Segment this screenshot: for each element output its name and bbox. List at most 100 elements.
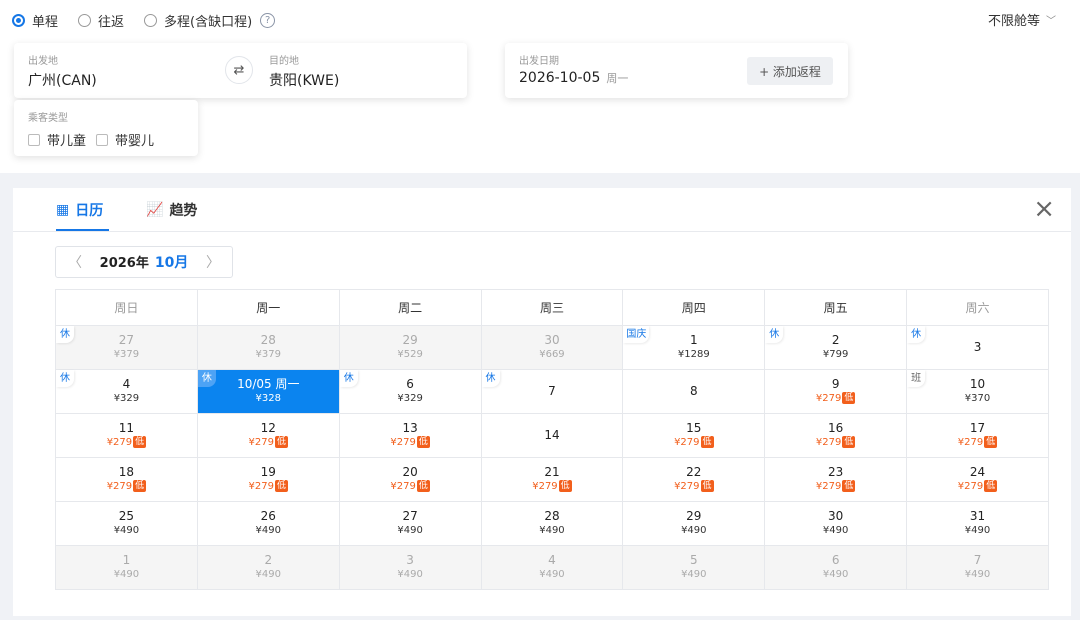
date-cell[interactable]: 15 ¥279 低 [622,413,766,458]
with-infant-checkbox[interactable]: 带婴儿 [96,130,154,149]
date-cell[interactable]: 国庆 1 ¥1289 [622,325,766,370]
chevron-left-icon[interactable]: 〈 [68,252,82,272]
date-cell[interactable]: 23 ¥279 低 [764,457,908,502]
date-cell[interactable]: 11 ¥279 低 [55,413,198,458]
date-cell[interactable]: 17 ¥279 低 [906,413,1049,458]
fare-price-line: ¥279 低 [482,480,623,494]
trip-type-roundtrip-radio[interactable]: 往返 [78,11,124,30]
date-cell[interactable]: 27 ¥490 [338,501,482,546]
calendar-week-row: 11 ¥279 低 12 ¥279 低 13 ¥279 低 14 15 ¥279 低 16 ¥279 低 17 ¥… [55,413,1049,458]
fare-price-line: ¥490 [56,524,197,538]
date-cell[interactable]: 26 ¥490 [196,501,340,546]
calendar-week-row: 1 ¥490 2 ¥490 3 ¥490 4 ¥490 5 ¥490 6 ¥490 7 ¥490 [55,545,1049,590]
date-cell[interactable]: 3 ¥490 [338,545,482,590]
tab-calendar[interactable]: ▦ 日历 [56,200,103,220]
low-price-badge: 低 [842,436,856,448]
day-number: 21 [544,465,560,479]
day-number: 27 [118,333,135,347]
day-number: 2 [831,333,840,347]
date-cell[interactable]: 29 ¥490 [622,501,766,546]
fare-price: ¥328 [255,393,281,404]
checkbox-icon [96,133,109,146]
day-number: 10 [969,377,986,391]
date-cell[interactable]: 30 ¥669 [480,325,624,370]
fare-price: ¥379 [113,349,140,360]
weekday-header: 周六 [906,289,1049,326]
date-cell[interactable]: 4 ¥490 [480,545,624,590]
date-cell[interactable]: 24 ¥279 低 [906,457,1049,502]
departure-field[interactable]: 出发地 广州(CAN) [28,52,97,90]
date-cell[interactable]: 休 2 ¥799 [764,325,908,370]
date-cell[interactable]: 13 ¥279 低 [338,413,482,458]
date-cell[interactable]: 班 10 ¥370 [906,369,1049,414]
day-number: 4 [122,377,131,391]
date-cell[interactable]: 18 ¥279 低 [55,457,198,502]
fare-price: ¥279 [674,481,700,492]
add-return-button[interactable]: + 添加返程 [747,57,833,85]
departure-weekday: 周一 [606,72,629,85]
day-number: 3 [973,340,982,354]
date-cell[interactable]: 2 ¥490 [196,545,340,590]
departure-label: 出发地 [28,56,58,67]
fare-calendar: 周日 周一 周二 周三 周四 周五 周六 休 27 ¥379 28 ¥379 29 ¥529 30 ¥669… [55,289,1049,590]
date-cell[interactable]: 16 ¥279 低 [764,413,908,458]
day-number: 2 [264,553,273,567]
date-cell[interactable]: 6 ¥490 [764,545,908,590]
fare-price-line: ¥490 [907,568,1048,582]
fare-price: ¥279 [815,437,842,448]
date-cell[interactable]: 9 ¥279 低 [764,369,908,414]
swap-icon[interactable]: ⇄ [225,56,253,84]
low-price-badge: 低 [274,436,288,448]
with-child-checkbox[interactable]: 带儿童 [28,130,86,149]
calendar-panel: ▦ 日历 📈 趋势 × 〈 2026年 10月 〉 周日 周一 周二 周三 周四 周五 周六 … [13,188,1071,616]
fare-price-line: ¥279 低 [907,480,1048,494]
date-cell[interactable]: 30 ¥490 [764,501,908,546]
date-cell[interactable]: 25 ¥490 [55,501,198,546]
date-cell[interactable]: 休7 [480,369,624,414]
chevron-right-icon[interactable]: 〉 [206,252,220,272]
day-number: 31 [969,509,986,523]
weekday-header: 周日 [55,289,198,326]
date-cell[interactable]: 28 ¥490 [480,501,624,546]
fare-price-line: ¥328 [198,392,339,406]
cabin-class-select[interactable]: 不限舱等 ﹀ [988,10,1056,29]
date-cell[interactable]: 休3 [906,325,1049,370]
trip-type-multicity-radio[interactable]: 多程(含缺口程) [144,11,252,30]
fare-price: ¥279 [532,481,558,492]
tab-label: 日历 [75,203,104,219]
date-cell[interactable]: 休 4 ¥329 [55,369,198,414]
selected-date-cell[interactable]: 休 10/05 周一 ¥328 [196,369,340,414]
date-cell[interactable]: 1 ¥490 [55,545,198,590]
tab-trend[interactable]: 📈 趋势 [146,200,197,220]
date-cell[interactable]: 20 ¥279 低 [338,457,482,502]
date-cell[interactable]: 7 ¥490 [906,545,1049,590]
day-number: 19 [260,465,276,479]
date-cell[interactable]: 22 ¥279 低 [622,457,766,502]
date-cell[interactable]: 31 ¥490 [906,501,1049,546]
close-icon[interactable]: × [1033,196,1055,222]
date-cell[interactable]: 19 ¥279 低 [196,457,340,502]
route-card: 出发地 广州(CAN) ⇄ 目的地 贵阳(KWE) [14,43,467,98]
fare-price-line: ¥379 [198,348,339,362]
fare-price: ¥490 [397,525,423,536]
day-number: 30 [544,333,560,347]
destination-field[interactable]: 目的地 贵阳(KWE) [269,52,339,90]
date-cell[interactable]: 21 ¥279 低 [480,457,624,502]
date-cell[interactable]: 29 ¥529 [338,325,482,370]
fare-price: ¥490 [964,569,991,580]
date-cell[interactable]: 5 ¥490 [622,545,766,590]
fare-price: ¥279 [248,481,274,492]
trip-type-label: 单程 [32,14,59,30]
date-cell[interactable]: 8 [622,369,766,414]
trip-type-oneway-radio[interactable]: 单程 [12,11,58,30]
departure-date-field[interactable]: 出发日期 2026-10-05 周一 [519,52,628,86]
help-icon[interactable]: ? [260,12,276,28]
fare-price: ¥329 [113,393,140,404]
date-cell[interactable]: 休 27 ¥379 [55,325,198,370]
date-cell[interactable]: 12 ¥279 低 [196,413,340,458]
date-cell[interactable]: 休 6 ¥329 [338,369,482,414]
date-cell[interactable]: 14 [480,413,624,458]
date-cell[interactable]: 28 ¥379 [196,325,340,370]
fare-price: ¥1289 [677,349,710,360]
weekday-header: 周三 [480,289,624,326]
